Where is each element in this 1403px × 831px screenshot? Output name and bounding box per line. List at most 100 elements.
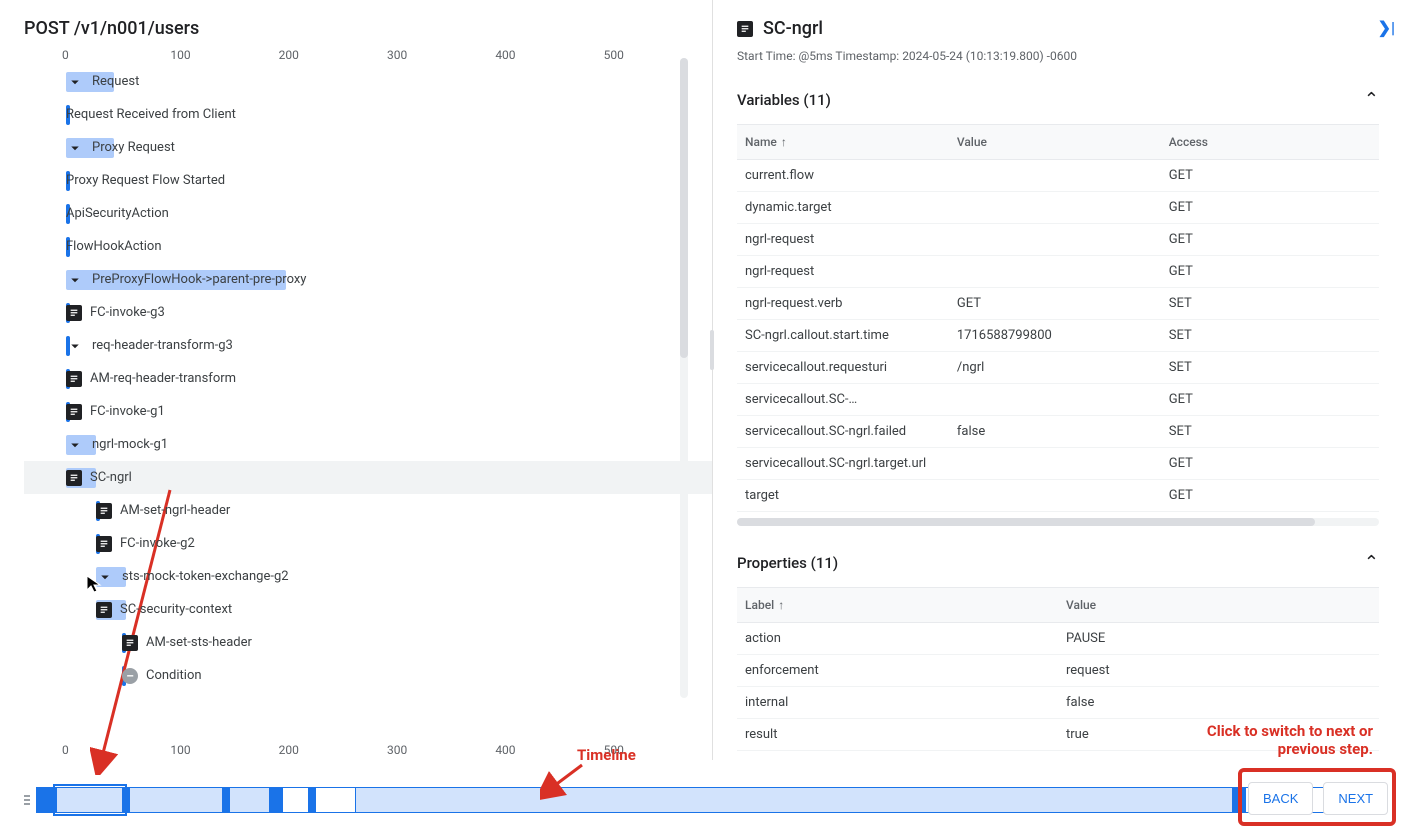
policy-icon bbox=[96, 503, 112, 519]
gantt-row-label: AM-set-ngrl-header bbox=[120, 503, 230, 518]
gantt-row-label: AM-set-sts-header bbox=[146, 635, 252, 650]
policy-icon bbox=[122, 635, 138, 651]
table-row[interactable]: ngrl-request GET bbox=[737, 224, 1379, 256]
table-row[interactable]: servicecallout.SC-…GET bbox=[737, 384, 1379, 416]
policy-icon bbox=[96, 536, 112, 552]
cell-access: GET bbox=[1161, 448, 1379, 480]
cell-access: GET bbox=[1161, 224, 1379, 256]
gantt-row-label: FC-invoke-g3 bbox=[90, 305, 165, 320]
chevron-down-icon[interactable] bbox=[66, 139, 84, 157]
gantt-row[interactable]: FlowHookAction bbox=[24, 230, 712, 263]
chevron-down-icon[interactable] bbox=[66, 436, 84, 454]
cell-value bbox=[949, 480, 1161, 512]
chevron-down-icon[interactable] bbox=[66, 337, 84, 355]
gantt-row[interactable]: SC-ngrl bbox=[24, 461, 712, 494]
table-row[interactable]: actionPAUSE bbox=[737, 623, 1379, 655]
col-name[interactable]: Name↑ bbox=[737, 125, 949, 160]
gantt-row[interactable]: Request Received from Client bbox=[24, 98, 712, 131]
table-row[interactable]: ngrl-request.verbGETSET bbox=[737, 288, 1379, 320]
variables-section-header[interactable]: Variables (11) ⌃ bbox=[713, 75, 1403, 124]
cell-label: result bbox=[737, 719, 1058, 751]
cell-value: /ngrl bbox=[949, 352, 1161, 384]
cell-value: false bbox=[949, 416, 1161, 448]
gantt-row-label: sts-mock-token-exchange-g2 bbox=[122, 569, 289, 584]
gantt-row-label: req-header-transform-g3 bbox=[92, 338, 233, 353]
resize-handle[interactable] bbox=[710, 330, 714, 370]
gantt-row[interactable]: ApiSecurityAction bbox=[24, 197, 712, 230]
cell-name: ngrl-request bbox=[737, 256, 949, 288]
gantt-row-label: SC-security-context bbox=[120, 602, 232, 617]
timeline-handle-left[interactable] bbox=[24, 787, 30, 813]
table-row[interactable]: ngrl-requestGET bbox=[737, 256, 1379, 288]
gantt-row-label: Condition bbox=[146, 668, 202, 683]
gantt-row[interactable]: FC-invoke-g1 bbox=[24, 395, 712, 428]
scrollbar-thumb[interactable] bbox=[737, 518, 1315, 526]
chevron-down-icon[interactable] bbox=[66, 73, 84, 91]
back-button[interactable]: BACK bbox=[1248, 782, 1313, 815]
axis-tick: 300 bbox=[387, 743, 495, 757]
gantt-row-label: Proxy Request bbox=[92, 140, 175, 155]
scrollbar-vertical[interactable] bbox=[680, 58, 688, 698]
cell-name: ngrl-request.verb bbox=[737, 288, 949, 320]
col-value[interactable]: Value bbox=[1058, 588, 1379, 623]
gantt-row[interactable]: Request bbox=[24, 65, 712, 98]
col-label[interactable]: Label↑ bbox=[737, 588, 1058, 623]
cell-access: SET bbox=[1161, 288, 1379, 320]
scrollbar-horizontal[interactable] bbox=[737, 518, 1379, 526]
cell-name: ngrl-request bbox=[737, 224, 949, 256]
gantt-row[interactable]: Proxy Request Flow Started bbox=[24, 164, 712, 197]
gantt-row[interactable]: AM-set-sts-header bbox=[24, 626, 712, 659]
properties-section-header[interactable]: Properties (11) ⌃ bbox=[713, 538, 1403, 587]
gantt-row[interactable]: req-header-transform-g3 bbox=[24, 329, 712, 362]
detail-subtitle: Start Time: @5ms Timestamp: 2024-05-24 (… bbox=[713, 49, 1403, 75]
axis-tick: 400 bbox=[495, 48, 603, 62]
cell-name: dynamic.target bbox=[737, 192, 949, 224]
timeline-track[interactable] bbox=[36, 787, 1367, 813]
cell-value: request bbox=[1058, 655, 1379, 687]
skip-next-icon[interactable]: ❯| bbox=[1378, 18, 1395, 37]
axis-tick: 100 bbox=[170, 743, 278, 757]
gantt-row-label: ngrl-mock-g1 bbox=[92, 437, 168, 452]
gantt-row[interactable]: –Condition bbox=[24, 659, 712, 692]
gantt-chart[interactable]: RequestRequest Received from Client Proxy… bbox=[0, 65, 712, 740]
cell-access: SET bbox=[1161, 416, 1379, 448]
table-row[interactable]: current.flowGET bbox=[737, 160, 1379, 192]
gantt-row[interactable]: sts-mock-token-exchange-g2 bbox=[24, 560, 712, 593]
col-value[interactable]: Value bbox=[949, 125, 1161, 160]
timeline[interactable] bbox=[0, 769, 1403, 831]
cell-access: GET bbox=[1161, 480, 1379, 512]
next-button[interactable]: NEXT bbox=[1323, 782, 1388, 815]
gantt-row[interactable]: AM-req-header-transform bbox=[24, 362, 712, 395]
table-row[interactable]: targetGET bbox=[737, 480, 1379, 512]
gantt-row-label: SC-ngrl bbox=[90, 470, 132, 485]
gantt-row-label: ApiSecurityAction bbox=[66, 206, 169, 221]
table-row[interactable]: servicecallout.SC-ngrl.failedfalseSET bbox=[737, 416, 1379, 448]
page-title: POST /v1/n001/users bbox=[0, 0, 712, 45]
section-title: Properties (11) bbox=[737, 554, 838, 572]
chevron-down-icon[interactable] bbox=[66, 271, 84, 289]
table-row[interactable]: servicecallout.requesturi/ngrlSET bbox=[737, 352, 1379, 384]
gantt-row[interactable]: FC-invoke-g3 bbox=[24, 296, 712, 329]
scrollbar-thumb[interactable] bbox=[680, 58, 688, 358]
gantt-row-label: FC-invoke-g2 bbox=[120, 536, 195, 551]
gantt-row-label: AM-req-header-transform bbox=[90, 371, 236, 386]
chevron-down-icon[interactable] bbox=[96, 568, 114, 586]
table-row[interactable]: SC-ngrl.callout.start.time1716588799800S… bbox=[737, 320, 1379, 352]
table-row[interactable]: dynamic.targetGET bbox=[737, 192, 1379, 224]
table-row[interactable]: internalfalse bbox=[737, 687, 1379, 719]
gantt-row[interactable]: FC-invoke-g2 bbox=[24, 527, 712, 560]
cell-name: servicecallout.SC-ngrl.failed bbox=[737, 416, 949, 448]
gantt-row[interactable]: AM-set-ngrl-header bbox=[24, 494, 712, 527]
table-row[interactable]: servicecallout.SC-ngrl.target.urlGET bbox=[737, 448, 1379, 480]
annotation-label: Timeline bbox=[577, 746, 636, 764]
chevron-up-icon: ⌃ bbox=[1364, 89, 1379, 110]
policy-icon bbox=[66, 470, 82, 486]
gantt-row[interactable]: PreProxyFlowHook->parent-pre-proxy bbox=[24, 263, 712, 296]
gantt-row[interactable]: SC-security-context bbox=[24, 593, 712, 626]
gantt-row[interactable]: ngrl-mock-g1 bbox=[24, 428, 712, 461]
col-access[interactable]: Access bbox=[1161, 125, 1379, 160]
table-row[interactable]: enforcementrequest bbox=[737, 655, 1379, 687]
gantt-row[interactable]: Proxy Request bbox=[24, 131, 712, 164]
policy-icon bbox=[66, 371, 82, 387]
cell-access: SET bbox=[1161, 320, 1379, 352]
